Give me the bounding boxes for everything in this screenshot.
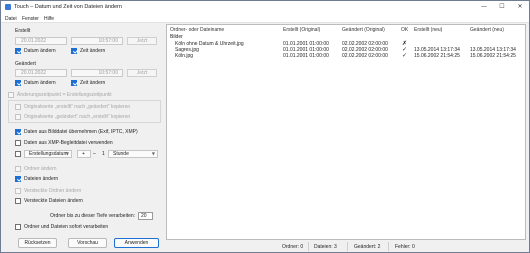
folders-checkbox[interactable]: [15, 166, 21, 172]
changed-time-check-label: Zeit ändern: [80, 80, 106, 86]
depth-input[interactable]: 20: [138, 212, 153, 220]
changed-time-field[interactable]: 10:57:00: [71, 69, 123, 77]
status-divider: [388, 242, 389, 251]
col-header-created-new[interactable]: Erstellt (neu): [414, 27, 442, 33]
created-date-check-label: Datum ändern: [24, 48, 56, 54]
col-header-name[interactable]: Ordner- oder Dateiname: [170, 27, 224, 33]
menu-datei[interactable]: Datei: [5, 16, 17, 22]
copy-created-checkbox[interactable]: [15, 104, 21, 110]
title-bar: Touch – Datum und Zeit von Dateien änder…: [1, 1, 529, 14]
files-checkbox[interactable]: [15, 176, 21, 182]
offset-sign-select[interactable]: +: [77, 150, 91, 158]
offset-value[interactable]: 1: [102, 151, 105, 157]
checkmark-icon: ✓: [402, 52, 408, 59]
group-label: Bilder: [170, 34, 183, 40]
offset-field-select[interactable]: Erstellungsdatum ▼: [24, 150, 72, 158]
file-table: Ordner- oder Dateiname Erstellt (Origina…: [166, 24, 526, 240]
exif-check-label: Daten aus Bilddatei übernehmen (Exif, IP…: [24, 129, 138, 135]
table-row[interactable]: Köln.jpg 01.01.2001 01:00:00 02.02.2002 …: [167, 52, 525, 60]
created-original: 01.01.2001 01:00:00: [283, 53, 329, 59]
changed-date-check-label: Datum ändern: [24, 80, 56, 86]
copy-changed-checkbox[interactable]: [15, 114, 21, 120]
hidden-files-checkbox[interactable]: [15, 198, 21, 204]
window-title: Touch – Datum und Zeit von Dateien änder…: [14, 4, 122, 10]
created-time-checkbox[interactable]: [71, 48, 77, 54]
offset-field-value: Erstellungsdatum: [29, 151, 68, 157]
exif-checkbox[interactable]: [15, 129, 21, 135]
created-date-field[interactable]: 20.01.2022: [15, 37, 67, 45]
chevron-down-icon: ▼: [65, 151, 69, 156]
changed-label: Geändert: [15, 61, 36, 67]
xmp-check-label: Daten aus XMP-Begleitdatei verwenden: [24, 140, 113, 146]
files-check-label: Dateien ändern: [24, 176, 59, 182]
col-header-ok[interactable]: OK: [401, 27, 408, 33]
menu-hilfe[interactable]: Hilfe: [44, 16, 54, 22]
created-now-button[interactable]: Jetzt: [127, 37, 157, 45]
created-new: 15.06.2002 21:54:25: [414, 53, 460, 59]
offset-unit-select[interactable]: Stunde ▼: [108, 150, 158, 158]
status-files: Dateien: 3: [314, 244, 337, 250]
reset-button[interactable]: Rücksetzen: [18, 238, 57, 248]
col-header-changed-orig[interactable]: Geändert (Original): [342, 27, 385, 33]
app-icon: [5, 4, 11, 10]
changed-now-button[interactable]: Jetzt: [127, 69, 157, 77]
col-header-created-orig[interactable]: Erstellt (Original): [283, 27, 320, 33]
changed-original: 02.02.2002 02:00:00: [342, 53, 388, 59]
copy-changed-label: Originalwerte „geändert“ nach „erstellt“…: [24, 114, 131, 120]
created-label: Erstellt: [15, 28, 31, 34]
changed-new: 15.06.2002 21:54:25: [470, 53, 516, 59]
close-button[interactable]: ✕: [511, 1, 529, 13]
file-name: Köln.jpg: [175, 53, 194, 59]
created-time-field[interactable]: 10:57:00: [71, 37, 123, 45]
col-header-changed-new[interactable]: Geändert (neu): [470, 27, 504, 33]
hidden-files-label: Versteckte Dateien ändern: [24, 198, 83, 204]
changed-date-checkbox[interactable]: [15, 80, 21, 86]
offset-checkbox[interactable]: [15, 151, 21, 157]
menu-fenster[interactable]: Fenster: [22, 16, 39, 22]
depth-label: Ordner bis zu dieser Tiefe verarbeiten:: [50, 213, 136, 219]
copy-created-label: Originalwerte „erstellt“ nach „geändert“…: [24, 104, 131, 110]
immediate-check-label: Ordner und Dateien sofort verarbeiten: [24, 224, 109, 230]
chevron-down-icon: ▼: [151, 151, 155, 156]
hidden-folders-label: Versteckte Ordner ändern: [24, 188, 82, 194]
sync-check-label: Änderungszeitpunkt = Erstellungszeitpunk…: [17, 92, 112, 98]
settings-panel: Erstellt 20.01.2022 10:57:00 Jetzt Datum…: [5, 24, 164, 252]
status-errors: Fehler: 0: [395, 244, 415, 250]
offset-unit-value: Stunde: [113, 151, 129, 157]
status-changed: Geändert: 2: [354, 244, 381, 250]
created-time-check-label: Zeit ändern: [80, 48, 106, 54]
status-bar: Ordner: 0 Dateien: 3 Geändert: 2 Fehler:…: [166, 241, 526, 252]
offset-sign-value: +: [82, 151, 85, 157]
folders-check-label: Ordner ändern: [24, 166, 57, 172]
xmp-checkbox[interactable]: [15, 140, 21, 146]
apply-button[interactable]: Anwenden: [114, 238, 159, 248]
minimize-button[interactable]: —: [475, 1, 493, 13]
hidden-folders-checkbox[interactable]: [15, 188, 21, 194]
changed-date-field[interactable]: 20.01.2022: [15, 69, 67, 77]
created-date-checkbox[interactable]: [15, 48, 21, 54]
maximize-button[interactable]: ☐: [493, 1, 511, 13]
sync-checkbox[interactable]: [8, 92, 14, 98]
preview-button[interactable]: Vorschau: [68, 238, 107, 248]
group-row[interactable]: Bilder: [167, 34, 525, 40]
status-divider: [308, 242, 309, 251]
changed-time-checkbox[interactable]: [71, 80, 77, 86]
offset-minus-label: –: [93, 151, 96, 157]
status-folders: Ordner: 0: [282, 244, 304, 250]
app-window: Touch – Datum und Zeit von Dateien änder…: [0, 0, 530, 253]
menu-bar: Datei Fenster Hilfe: [1, 14, 529, 23]
immediate-checkbox[interactable]: [15, 224, 21, 230]
status-divider: [347, 242, 348, 251]
